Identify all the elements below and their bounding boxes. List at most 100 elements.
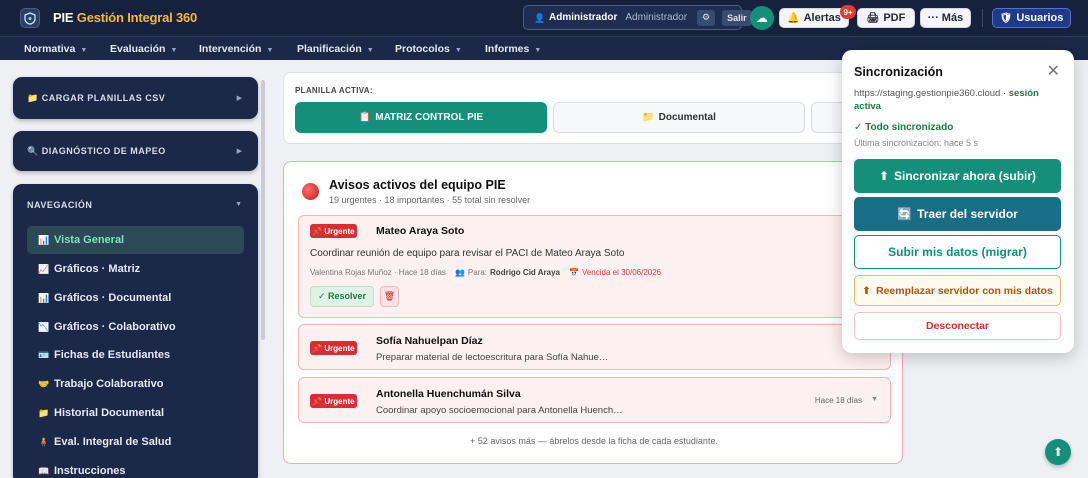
- chevron-down-icon[interactable]: ▼: [871, 396, 878, 403]
- sidebar-item-instrucciones[interactable]: 📖 Instrucciones: [27, 457, 244, 478]
- users-label: Usuarios: [1016, 12, 1064, 24]
- close-icon[interactable]: ✕: [1047, 61, 1060, 81]
- nav-label: Planificación: [297, 43, 362, 55]
- pdf-button[interactable]: 🖨 PDF: [857, 8, 915, 28]
- chevron-down-icon[interactable]: ▼: [235, 201, 242, 208]
- upload-csv-title: 📁 CARGAR PLANILLAS CSV: [27, 93, 165, 104]
- nav-intervencion[interactable]: Intervención ▼: [199, 43, 273, 55]
- active-sheet-label: PLANILLA ACTIVA:: [295, 86, 373, 95]
- alert-meta: Valentina Rojas Muñoz · Hace 18 días 👥 P…: [310, 268, 661, 277]
- sync-pull-button[interactable]: 🔄 Traer del servidor: [854, 197, 1061, 231]
- alert-time: Hace 18 días: [814, 396, 862, 405]
- arrow-up-icon: ⬆: [878, 169, 890, 183]
- chevron-down-icon: ▼: [366, 47, 374, 54]
- more-alerts-text: + 52 avisos más — ábrelos desde la ficha…: [470, 436, 718, 446]
- person-icon: 👥: [454, 268, 465, 277]
- sync-status: ✓ Todo sincronizado: [854, 122, 954, 133]
- chevron-down-icon: ▼: [80, 47, 88, 54]
- sidebar-item-eval-salud[interactable]: 🧍 Eval. Integral de Salud: [27, 428, 244, 456]
- sidebar-item-vista-general[interactable]: 📊 Vista General: [27, 226, 244, 254]
- urgent-label: Urgente: [324, 396, 355, 406]
- cloud-sync-button[interactable]: ☁: [750, 6, 774, 30]
- sidebar-item-label: Gráficos · Documental: [54, 292, 172, 304]
- delete-button[interactable]: 🗑: [380, 286, 399, 307]
- sync-pull-label: Traer del servidor: [917, 207, 1018, 221]
- sidebar-item-graficos-documental[interactable]: 📊 Gráficos · Documental: [27, 284, 244, 312]
- nav-planificacion[interactable]: Planificación ▼: [297, 43, 374, 55]
- calendar-icon: 📅: [568, 268, 579, 277]
- diagnostic-panel[interactable]: 🔍 DIAGNÓSTICO DE MAPEO ▶: [13, 131, 258, 171]
- users-button[interactable]: 🛡 Usuarios: [992, 8, 1071, 28]
- alert-description: Coordinar reunión de equipo para revisar…: [310, 248, 625, 259]
- navigation-title: NAVEGACIÓN: [27, 200, 93, 210]
- nav-normativa[interactable]: Normativa ▼: [24, 43, 87, 55]
- handshake-icon: 🤝: [38, 379, 50, 389]
- sync-replace-button[interactable]: ⬆ Reemplazar servidor con mis datos: [854, 275, 1061, 306]
- tab-documental[interactable]: 📁 Documental: [553, 102, 805, 133]
- upload-csv-label: CARGAR PLANILLAS CSV: [41, 93, 166, 103]
- pin-icon: 📌: [312, 226, 323, 236]
- alert-description: Coordinar apoyo socioemocional para Anto…: [376, 405, 623, 416]
- arrow-up-icon: ⬆: [862, 284, 871, 297]
- user-box: 👤 Administrador Administrador ⚙ Salir: [523, 5, 752, 30]
- user-settings-button[interactable]: ⚙: [697, 9, 716, 26]
- pin-icon: 📌: [312, 343, 323, 353]
- scroll-top-button[interactable]: ⬆: [1045, 439, 1071, 465]
- nav-label: Evaluación: [110, 43, 166, 55]
- top-bar: PIE Gestión Integral 360 👤 Administrador…: [0, 0, 1088, 36]
- tab-matriz-control[interactable]: 📋 MATRIZ CONTROL PIE: [295, 102, 547, 133]
- sidebar-item-label: Instrucciones: [54, 465, 126, 477]
- sync-replace-label: Reemplazar servidor con mis datos: [875, 284, 1053, 297]
- sync-disconnect-button[interactable]: Desconectar: [854, 312, 1061, 340]
- resolve-button[interactable]: ✓ Resolver: [310, 286, 374, 307]
- alerts-count-badge: 9+: [840, 5, 856, 19]
- sidebar-item-graficos-colaborativo[interactable]: 📉 Gráficos · Colaborativo: [27, 313, 244, 341]
- alerts-button[interactable]: 🔔 Alertas: [779, 8, 849, 28]
- urgent-label: Urgente: [324, 226, 355, 236]
- nav-informes[interactable]: Informes ▼: [485, 43, 541, 55]
- chevron-down-icon: ▼: [454, 47, 462, 54]
- alert-student-name: Sofía Nahuelpan Díaz: [376, 335, 483, 347]
- sidebar-item-label: Trabajo Colaborativo: [54, 378, 164, 390]
- sync-push-button[interactable]: ⬆ Sincronizar ahora (subir): [854, 159, 1061, 193]
- alert-due-date: Vencida el 30/06/2026: [581, 268, 662, 277]
- bell-icon: 🔔: [787, 12, 800, 24]
- sidebar-scrollbar[interactable]: [261, 80, 265, 340]
- nav-evaluacion[interactable]: Evaluación ▼: [110, 43, 177, 55]
- urgent-badge: 📌 Urgente: [310, 224, 357, 238]
- upload-csv-panel[interactable]: 📁 CARGAR PLANILLAS CSV ▶: [13, 77, 258, 119]
- diagnostic-label: DIAGNÓSTICO DE MAPEO: [41, 146, 166, 156]
- sidebar-item-trabajo-colaborativo[interactable]: 🤝 Trabajo Colaborativo: [27, 370, 244, 398]
- alert-item[interactable]: 📌 Urgente Antonella Huenchumán Silva Coor…: [298, 377, 891, 423]
- alert-item[interactable]: 📌 Urgente Sofía Nahuelpan Díaz Preparar m…: [298, 324, 891, 370]
- brand-sub: Gestión Integral 360: [76, 10, 198, 25]
- chevron-down-icon: ▼: [534, 47, 542, 54]
- id-card-icon: 🪪: [38, 350, 50, 360]
- sync-migrate-button[interactable]: Subir mis datos (migrar): [854, 235, 1061, 269]
- cloud-icon: ☁: [756, 11, 768, 25]
- alerts-summary: 19 urgentes · 18 importantes · 55 total …: [329, 195, 531, 205]
- chevron-down-icon: ▼: [266, 47, 274, 54]
- arrow-up-icon: ⬆: [1052, 445, 1064, 459]
- sidebar-item-label: Eval. Integral de Salud: [54, 436, 172, 448]
- nav-label: Informes: [485, 43, 530, 55]
- user-icon: 👤: [534, 12, 546, 23]
- topbar-divider: [982, 9, 983, 27]
- app-logo-icon[interactable]: [20, 8, 40, 28]
- alert-student-name: Mateo Araya Soto: [376, 225, 465, 237]
- book-icon: 📖: [38, 466, 50, 476]
- sidebar-item-graficos-matriz[interactable]: 📈 Gráficos · Matriz: [27, 255, 244, 283]
- sync-title: Sincronización: [854, 65, 943, 79]
- sidebar-item-fichas[interactable]: 🪪 Fichas de Estudiantes: [27, 341, 244, 369]
- more-button[interactable]: ··· Más: [920, 8, 971, 28]
- navigation-panel: NAVEGACIÓN ▼ 📊 Vista General 📈 Gráficos · …: [13, 184, 258, 478]
- urgent-label: Urgente: [324, 343, 355, 353]
- alert-item[interactable]: 📌 Urgente Mateo Araya Soto Coordinar reun…: [298, 215, 891, 318]
- diagnostic-title: 🔍 DIAGNÓSTICO DE MAPEO: [27, 146, 166, 157]
- sidebar-item-historial[interactable]: 📁 Historial Documental: [27, 399, 244, 427]
- pin-icon: 📌: [312, 396, 323, 406]
- nav-protocolos[interactable]: Protocolos ▼: [395, 43, 462, 55]
- logout-button[interactable]: Salir: [722, 9, 752, 26]
- chart-down-icon: 📉: [38, 322, 50, 332]
- trash-icon: 🗑: [383, 291, 396, 301]
